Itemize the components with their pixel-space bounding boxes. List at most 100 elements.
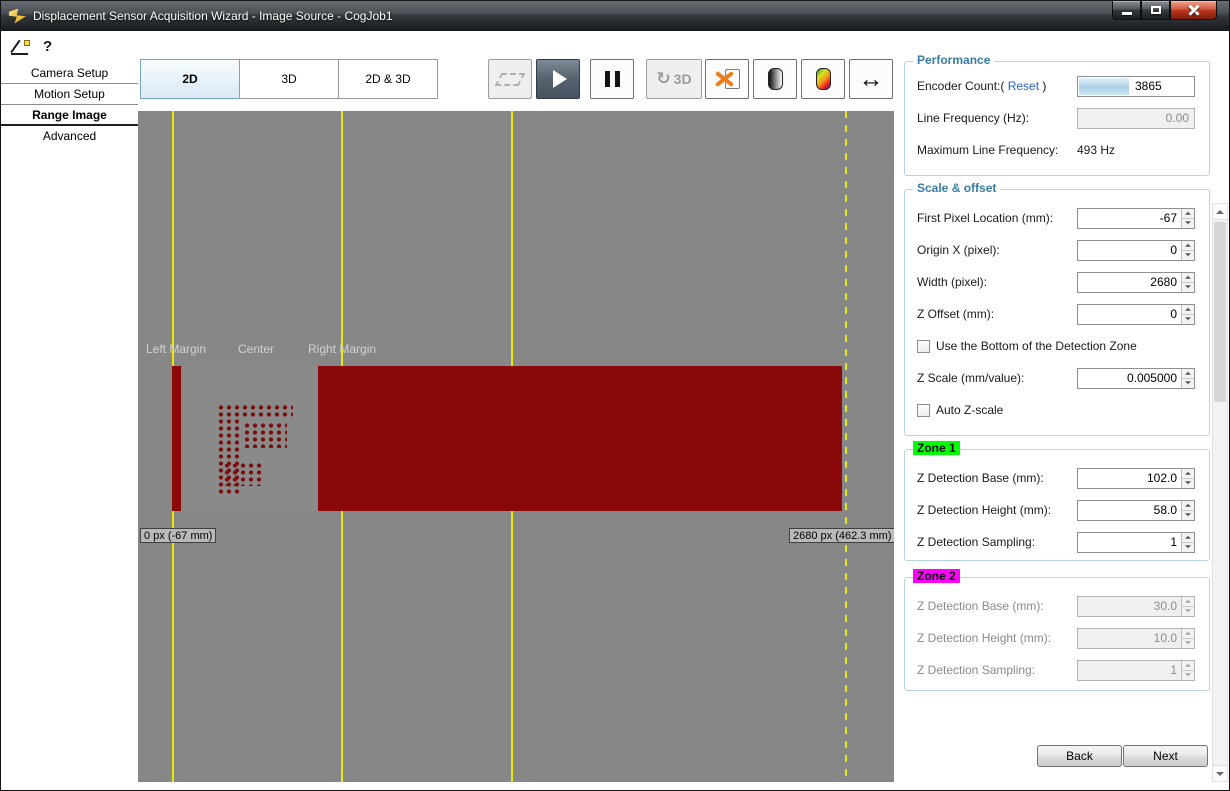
zone2-base-label: Z Detection Base (mm): — [917, 599, 1044, 613]
right-margin-label: Right Margin — [308, 342, 376, 356]
zone1-sampling-input[interactable]: 1 — [1077, 532, 1195, 553]
refresh-3d-label: 3D — [674, 71, 692, 87]
zone1-base-input[interactable]: 102.0 — [1077, 468, 1195, 489]
spinner-arrows — [1181, 629, 1194, 648]
z-scale-input[interactable]: 0.005000 — [1077, 368, 1195, 389]
field-value: 0 — [1080, 241, 1177, 260]
zone1-height-input[interactable]: 58.0 — [1077, 500, 1195, 521]
sidebar-item-advanced[interactable]: Advanced — [1, 126, 138, 147]
first-pixel-location-input[interactable]: -67 — [1077, 208, 1195, 229]
field-value: 10.0 — [1080, 629, 1177, 648]
spinner-arrows[interactable] — [1181, 469, 1194, 488]
minimize-button[interactable] — [1112, 1, 1141, 20]
acquisition-toolbar: ↻ 3D ↔ — [488, 59, 893, 99]
origin-x-input[interactable]: 0 — [1077, 240, 1195, 261]
sidebar-item-camera-setup[interactable]: Camera Setup — [1, 63, 138, 84]
spinner-arrows[interactable] — [1181, 273, 1194, 292]
view-tabs: 2D 3D 2D & 3D — [140, 59, 438, 99]
encoder-count-value: 3865 — [1130, 77, 1162, 96]
sidebar: ? Camera Setup Motion Setup Range Image … — [1, 31, 138, 790]
zone2-group: Zone 2 Z Detection Base (mm): 30.0 Z Det… — [904, 577, 1210, 691]
color-gradient-icon — [816, 68, 831, 90]
zone1-base-row: Z Detection Base (mm): 102.0 — [905, 462, 1209, 494]
panel-scrollbar[interactable] — [1212, 203, 1228, 782]
sidebar-nav: Camera Setup Motion Setup Range Image Ad… — [1, 63, 138, 147]
close-icon — [1188, 4, 1200, 16]
spinner-arrows[interactable] — [1181, 241, 1194, 260]
encoder-label-pre: Encoder Count:( — [917, 79, 1008, 93]
play-icon — [553, 70, 567, 88]
spinner-arrows[interactable] — [1181, 369, 1194, 388]
maximize-button[interactable] — [1141, 1, 1170, 20]
region-select-button[interactable] — [488, 59, 532, 99]
z-offset-input[interactable]: 0 — [1077, 304, 1195, 325]
spinner-arrows[interactable] — [1181, 501, 1194, 520]
range-data-band — [172, 366, 842, 511]
tab-2d[interactable]: 2D — [140, 59, 240, 99]
pause-icon — [605, 71, 620, 87]
zone1-height-label: Z Detection Height (mm): — [917, 503, 1051, 517]
sidebar-item-motion-setup[interactable]: Motion Setup — [1, 84, 138, 105]
window-body: ? Camera Setup Motion Setup Range Image … — [1, 31, 1229, 790]
encoder-count-row: Encoder Count:( Reset ) 3865 — [905, 70, 1209, 102]
range-image-viewer[interactable]: Left Margin Center Right Margin 0 px (-6… — [138, 111, 894, 782]
performance-group: Performance Encoder Count:( Reset ) 3865… — [904, 61, 1210, 176]
measure-tool-icon[interactable] — [11, 39, 31, 56]
auto-z-scale-checkbox[interactable] — [917, 404, 930, 417]
zone1-base-label: Z Detection Base (mm): — [917, 471, 1044, 485]
sidebar-item-range-image[interactable]: Range Image — [1, 105, 138, 126]
titlebar[interactable]: Displacement Sensor Acquisition Wizard -… — [1, 1, 1229, 31]
refresh-3d-button[interactable]: ↻ 3D — [646, 59, 702, 99]
origin-x-row: Origin X (pixel): 0 — [905, 234, 1209, 266]
document-icon — [725, 69, 740, 89]
sidebar-toolbar: ? — [11, 37, 52, 57]
pause-button[interactable] — [590, 59, 634, 99]
field-value: 0.005000 — [1080, 369, 1177, 388]
dashed-polygon-icon — [495, 73, 526, 86]
performance-title: Performance — [913, 53, 994, 67]
spinner-arrows[interactable] — [1181, 305, 1194, 324]
field-value: 1 — [1080, 661, 1177, 680]
zone2-sampling-label: Z Detection Sampling: — [917, 663, 1035, 677]
reset-link[interactable]: Reset — [1008, 79, 1039, 93]
fit-width-button[interactable]: ↔ — [849, 59, 893, 99]
tab-2d-and-3d[interactable]: 2D & 3D — [338, 59, 438, 99]
zone2-height-input: 10.0 — [1077, 628, 1195, 649]
back-button[interactable]: Back — [1037, 745, 1122, 767]
spinner-arrows[interactable] — [1181, 533, 1194, 552]
clear-image-button[interactable] — [705, 59, 749, 99]
next-button[interactable]: Next — [1123, 745, 1208, 767]
color-palette-button[interactable] — [801, 59, 845, 99]
tab-3d[interactable]: 3D — [239, 59, 339, 99]
window-title: Displacement Sensor Acquisition Wizard -… — [33, 9, 393, 23]
play-button[interactable] — [536, 59, 580, 99]
scale-offset-title: Scale & offset — [913, 181, 1000, 195]
end-pixel-chip: 2680 px (462.3 mm) — [789, 528, 894, 543]
first-pixel-location-row: First Pixel Location (mm): -67 — [905, 202, 1209, 234]
line-frequency-field: 0.00 — [1077, 108, 1195, 129]
bottom-detection-zone-row: Use the Bottom of the Detection Zone — [905, 330, 1209, 362]
grayscale-gradient-icon — [768, 68, 783, 90]
app-window: Displacement Sensor Acquisition Wizard -… — [0, 0, 1230, 791]
refresh-icon: ↻ — [656, 69, 670, 89]
zone2-title: Zone 2 — [913, 569, 960, 583]
right-margin-line[interactable] — [845, 111, 847, 782]
grayscale-palette-button[interactable] — [753, 59, 797, 99]
field-value: -67 — [1080, 209, 1177, 228]
zone2-base-row: Z Detection Base (mm): 30.0 — [905, 590, 1209, 622]
scroll-up-button[interactable] — [1213, 204, 1227, 220]
scrollbar-thumb[interactable] — [1214, 222, 1226, 402]
spinner-arrows — [1181, 597, 1194, 616]
width-pixel-input[interactable]: 2680 — [1077, 272, 1195, 293]
bottom-detection-zone-checkbox[interactable] — [917, 340, 930, 353]
start-pixel-chip: 0 px (-67 mm) — [140, 528, 216, 543]
range-data-noise-region — [181, 366, 318, 511]
field-value: 102.0 — [1080, 469, 1177, 488]
window-controls — [1112, 1, 1217, 20]
scroll-down-button[interactable] — [1213, 765, 1227, 781]
close-button[interactable] — [1170, 1, 1217, 20]
spinner-arrows[interactable] — [1181, 209, 1194, 228]
line-frequency-label: Line Frequency (Hz): — [917, 111, 1029, 125]
help-icon[interactable]: ? — [43, 38, 52, 56]
max-line-frequency-label: Maximum Line Frequency: — [917, 143, 1058, 157]
